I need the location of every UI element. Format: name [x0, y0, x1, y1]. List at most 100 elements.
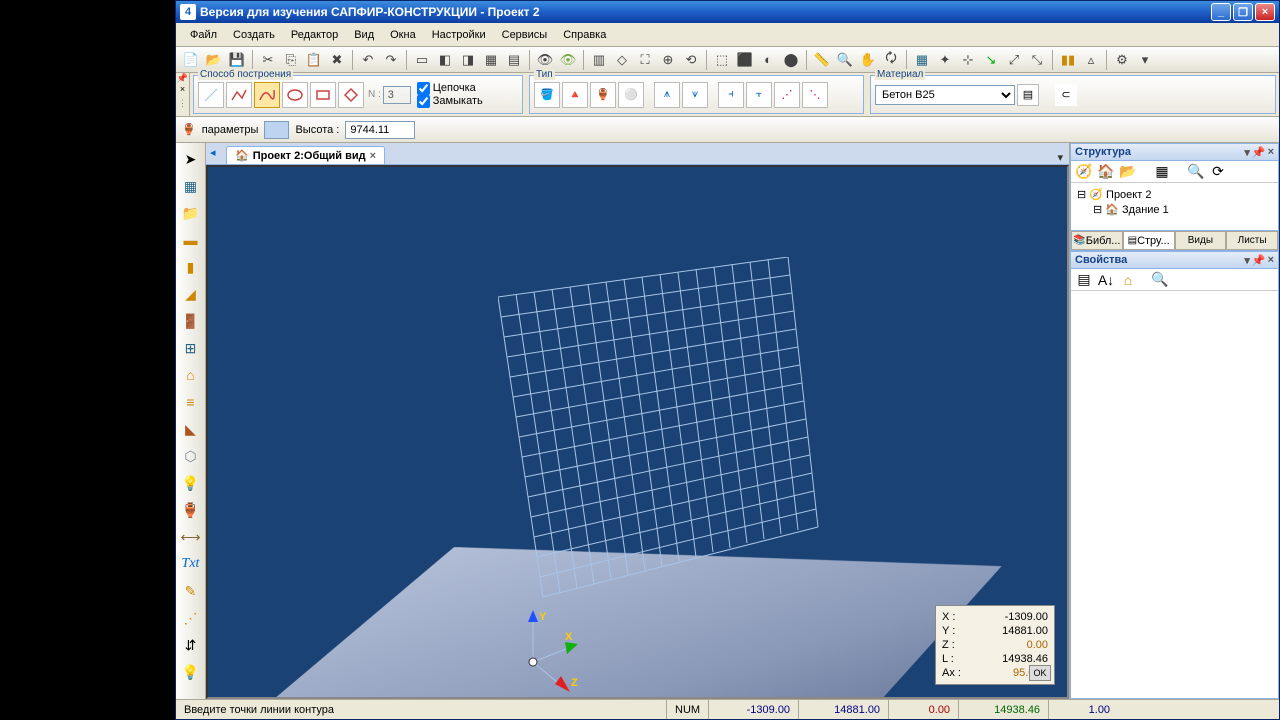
menu-view[interactable]: Вид [346, 26, 382, 44]
stairs-tool[interactable]: ≡ [179, 390, 203, 414]
paste-icon[interactable]: 📋 [303, 49, 325, 71]
type-profile6-icon[interactable]: ⋱ [802, 82, 828, 108]
view5-icon[interactable]: ▤ [503, 49, 525, 71]
tab-sheets[interactable]: Листы [1226, 231, 1278, 250]
material-extra-icon[interactable]: ⊂ [1055, 84, 1077, 106]
props-search-icon[interactable]: 🔍 [1151, 271, 1169, 289]
spline-tool[interactable] [254, 82, 280, 108]
save-icon[interactable]: 💾 [226, 49, 248, 71]
type-profile1-icon[interactable]: ⩚ [654, 82, 680, 108]
props-pin-icon[interactable]: 📌 [1252, 254, 1266, 267]
grid-icon[interactable]: ▦ [911, 49, 933, 71]
type-profile3-icon[interactable]: ⫞ [718, 82, 744, 108]
tb-e-icon[interactable]: ⬤ [780, 49, 802, 71]
struct-table-icon[interactable]: ▦ [1153, 163, 1171, 181]
dropdown-icon[interactable]: ▾ [1134, 49, 1156, 71]
type-profile4-icon[interactable]: ⫟ [746, 82, 772, 108]
corner-tool[interactable]: ◣ [179, 417, 203, 441]
settings-icon[interactable]: ⚙ [1111, 49, 1133, 71]
maximize-button[interactable]: ❐ [1233, 3, 1253, 21]
structure-pin-icon[interactable]: 📌 [1252, 146, 1266, 159]
component-tool[interactable]: ⬡ [179, 444, 203, 468]
diamond-tool[interactable] [338, 82, 364, 108]
type-profile2-icon[interactable]: ⩛ [682, 82, 708, 108]
window-tool[interactable]: ⊞ [179, 336, 203, 360]
struct-find-icon[interactable]: 🔍 [1187, 163, 1205, 181]
snap4-icon[interactable]: ⤢ [1003, 49, 1025, 71]
tab-prev-icon[interactable]: ◂ [210, 146, 216, 159]
redo-icon[interactable]: ↷ [380, 49, 402, 71]
chain-checkbox[interactable]: Цепочка [417, 82, 483, 95]
props-close-icon[interactable]: × [1268, 254, 1274, 267]
folder-tool[interactable]: 📁 [179, 201, 203, 225]
pin-icon[interactable]: 📌 [177, 73, 188, 84]
minimize-button[interactable]: _ [1211, 3, 1231, 21]
zoom-icon[interactable]: 🔍 [834, 49, 856, 71]
type-profile5-icon[interactable]: ⋰ [774, 82, 800, 108]
props-sort-icon[interactable]: A↓ [1097, 271, 1115, 289]
struct-home-icon[interactable]: 🏠 [1097, 163, 1115, 181]
undo-icon[interactable]: ↶ [357, 49, 379, 71]
tab-library[interactable]: 📚Библ... [1071, 231, 1123, 250]
material-select[interactable]: Бетон B25 [875, 85, 1015, 105]
cut-icon[interactable]: ✂ [257, 49, 279, 71]
tb-c-icon[interactable]: ⬛ [734, 49, 756, 71]
bulb-tool[interactable]: 💡 [179, 660, 203, 684]
coord-ok-button[interactable]: OK [1029, 665, 1051, 681]
view4-icon[interactable]: ▦ [480, 49, 502, 71]
props-dropdown-icon[interactable]: ▾ [1244, 254, 1250, 267]
props-home-icon[interactable]: ⌂ [1119, 271, 1137, 289]
close-button[interactable]: × [1255, 3, 1275, 21]
light-tool[interactable]: 💡 [179, 471, 203, 495]
snap5-icon[interactable]: ⤡ [1026, 49, 1048, 71]
text-tool[interactable]: Txt [179, 552, 203, 576]
tb-a-icon[interactable]: ⟲ [680, 49, 702, 71]
close-checkbox[interactable]: Замыкать [417, 95, 483, 108]
hide-icon[interactable]: 👁 [534, 49, 556, 71]
door-tool[interactable]: 🚪 [179, 309, 203, 333]
delete-icon[interactable]: ✖ [326, 49, 348, 71]
tab-dropdown-icon[interactable]: ▾ [1057, 151, 1063, 164]
structure-tree[interactable]: ⊟ 🧭 Проект 2 ⊟ 🏠 Здание 1 [1071, 183, 1278, 230]
hatch-tool[interactable]: ⋰ [179, 606, 203, 630]
tab-structure[interactable]: ▤Стру... [1123, 231, 1175, 250]
menu-services[interactable]: Сервисы [494, 26, 556, 44]
tb-d-icon[interactable]: ◐ [757, 49, 779, 71]
material-browse-icon[interactable]: ▤ [1017, 84, 1039, 106]
dimension-tool[interactable]: ⟷ [179, 525, 203, 549]
project-icon[interactable]: ▥ [588, 49, 610, 71]
level-tool[interactable]: ⇵ [179, 633, 203, 657]
menu-help[interactable]: Справка [555, 26, 614, 44]
pan-icon[interactable]: ✋ [857, 49, 879, 71]
type-sphere-icon[interactable]: ⚪ [618, 82, 644, 108]
n-input[interactable] [383, 86, 411, 104]
view1-icon[interactable]: ▭ [411, 49, 433, 71]
polyline-tool[interactable] [226, 82, 252, 108]
type-bucket-icon[interactable]: 🪣 [534, 82, 560, 108]
roof-tool[interactable]: ⌂ [179, 363, 203, 387]
beam-tool[interactable]: ◢ [179, 282, 203, 306]
menu-windows[interactable]: Окна [382, 26, 424, 44]
snap2-icon[interactable]: ⊹ [957, 49, 979, 71]
struct-nav-icon[interactable]: 🧭 [1075, 163, 1093, 181]
type-vase-icon[interactable]: 🏺 [590, 82, 616, 108]
copy-icon[interactable]: ⎘ [280, 49, 302, 71]
tb-b-icon[interactable]: ⬚ [711, 49, 733, 71]
type-cone-icon[interactable]: 🔺 [562, 82, 588, 108]
menu-create[interactable]: Создать [225, 26, 283, 44]
line-draw-tool[interactable]: ✎ [179, 579, 203, 603]
layers-icon[interactable]: ▮▮ [1057, 49, 1079, 71]
gutter-close-icon[interactable]: × [180, 84, 185, 94]
height-input[interactable] [345, 121, 415, 139]
tb-last-icon[interactable]: ▵ [1080, 49, 1102, 71]
open-icon[interactable]: 📂 [203, 49, 225, 71]
view3-icon[interactable]: ◨ [457, 49, 479, 71]
menu-settings[interactable]: Настройки [424, 26, 494, 44]
measure-icon[interactable]: 📏 [811, 49, 833, 71]
perspective-icon[interactable]: ◇ [611, 49, 633, 71]
props-cat-icon[interactable]: ▤ [1075, 271, 1093, 289]
snap3-icon[interactable]: ↘ [980, 49, 1002, 71]
rotate-icon[interactable]: 🗘 [880, 49, 902, 71]
view2-icon[interactable]: ◧ [434, 49, 456, 71]
grid-tool[interactable]: ▦ [179, 174, 203, 198]
